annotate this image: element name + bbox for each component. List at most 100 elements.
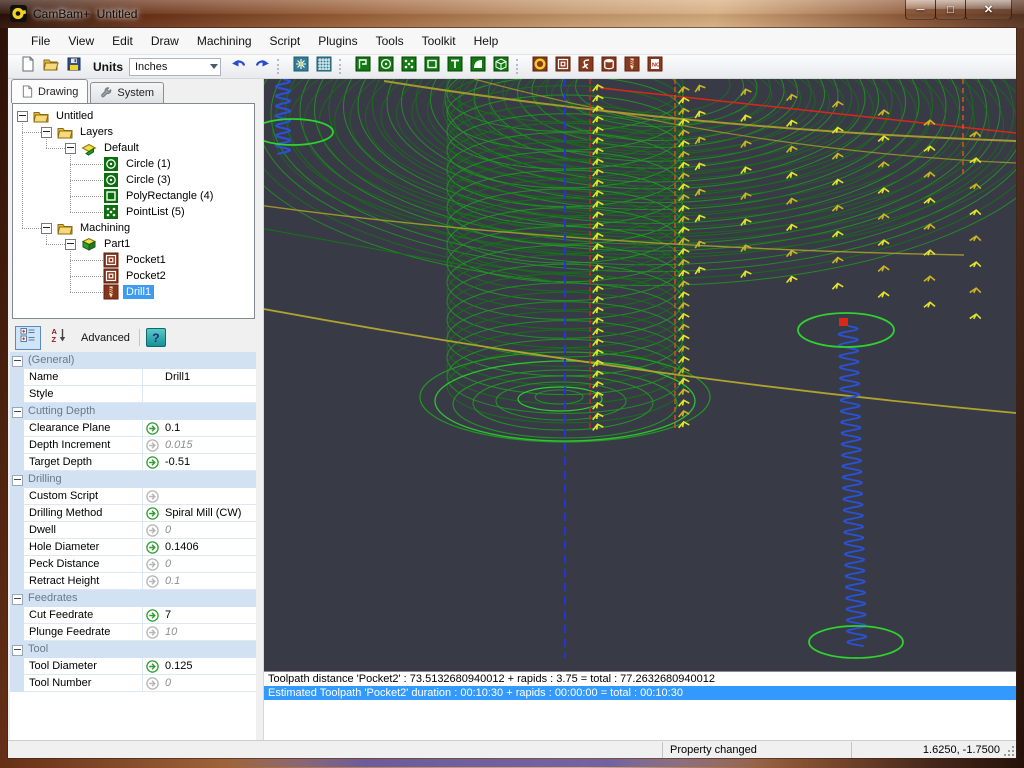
open-file-button[interactable] <box>39 57 62 77</box>
save-file-button[interactable] <box>62 57 85 77</box>
property-row-custom-script[interactable]: Custom Script <box>10 488 256 505</box>
property-row-tool-diameter[interactable]: Tool Diameter0.125 <box>10 658 256 675</box>
menu-draw[interactable]: Draw <box>142 28 188 54</box>
property-value[interactable]: 0 <box>165 524 171 536</box>
draw-polyline-button[interactable] <box>351 57 374 77</box>
menu-machining[interactable]: Machining <box>188 28 261 54</box>
tree-item-machining[interactable]: Machining <box>41 220 133 236</box>
tree-item-pointlist-5[interactable]: PointList (5) <box>103 204 188 220</box>
property-value[interactable]: 0 <box>165 558 171 570</box>
maximize-button[interactable]: □ <box>935 0 966 20</box>
property-category-cutting-depth[interactable]: Cutting Depth <box>10 403 256 420</box>
property-row-dwell[interactable]: Dwell0 <box>10 522 256 539</box>
draw-circle-button[interactable] <box>374 57 397 77</box>
units-dropdown[interactable]: Inches <box>129 58 221 76</box>
property-row-plunge-feedrate[interactable]: Plunge Feedrate10 <box>10 624 256 641</box>
toggle-grid-button[interactable] <box>312 57 335 77</box>
category-collapse-box[interactable] <box>12 356 23 367</box>
draw-pointlist-button[interactable] <box>397 57 420 77</box>
tree-expand-box[interactable] <box>65 239 76 250</box>
property-category-general[interactable]: (General) <box>10 352 256 369</box>
tab-drawing[interactable]: Drawing <box>11 79 88 103</box>
redo-button[interactable] <box>250 57 273 77</box>
property-row-tool-number[interactable]: Tool Number0 <box>10 675 256 692</box>
property-value[interactable]: 0 <box>165 677 171 689</box>
category-collapse-box[interactable] <box>12 645 23 656</box>
menu-file[interactable]: File <box>22 28 59 54</box>
toggle-endpoints-button[interactable] <box>289 57 312 77</box>
menu-plugins[interactable]: Plugins <box>309 28 366 54</box>
tree-expand-box[interactable] <box>41 127 52 138</box>
property-value[interactable]: 0.1406 <box>165 541 199 553</box>
resize-grip[interactable] <box>1003 745 1015 757</box>
tree-item-default[interactable]: Default <box>65 140 142 156</box>
advanced-button[interactable]: Advanced <box>81 332 130 344</box>
tree-item-layers[interactable]: Layers <box>41 124 116 140</box>
tree-item-drill1[interactable]: Drill1 <box>103 284 154 300</box>
tree-item-circle-3[interactable]: Circle (3) <box>103 172 174 188</box>
property-category-tool[interactable]: Tool <box>10 641 256 658</box>
property-row-peck-distance[interactable]: Peck Distance0 <box>10 556 256 573</box>
property-value[interactable]: 7 <box>165 609 171 621</box>
new-file-button[interactable] <box>16 57 39 77</box>
tree-item-pocket2[interactable]: Pocket2 <box>103 268 169 284</box>
tree-expand-box[interactable] <box>41 223 52 234</box>
menu-tools[interactable]: Tools <box>367 28 413 54</box>
machine-engrave-button[interactable] <box>574 57 597 77</box>
titlebar[interactable]: CamBam+ Untitled ─□✕ <box>0 0 1024 28</box>
alphabetical-sort-button[interactable]: AZ <box>46 326 72 350</box>
tree-item-pocket1[interactable]: Pocket1 <box>103 252 169 268</box>
property-row-retract-height[interactable]: Retract Height0.1 <box>10 573 256 590</box>
property-category-drilling[interactable]: Drilling <box>10 471 256 488</box>
machine-gcode-button[interactable]: NC <box>643 57 666 77</box>
property-row-drilling-method[interactable]: Drilling MethodSpiral Mill (CW) <box>10 505 256 522</box>
tree-expand-box[interactable] <box>17 111 28 122</box>
tree-item-part1[interactable]: Part1 <box>65 236 133 252</box>
menu-help[interactable]: Help <box>465 28 508 54</box>
category-collapse-box[interactable] <box>12 594 23 605</box>
property-value[interactable]: 0.125 <box>165 660 193 672</box>
machine-drill-button[interactable] <box>620 57 643 77</box>
property-value[interactable]: 0.015 <box>165 439 193 451</box>
menu-view[interactable]: View <box>59 28 103 54</box>
machine-pocket-button[interactable] <box>551 57 574 77</box>
draw-rectangle-button[interactable] <box>420 57 443 77</box>
viewport-canvas[interactable] <box>264 79 1016 671</box>
property-value[interactable]: 10 <box>165 626 177 638</box>
property-row-cut-feedrate[interactable]: Cut Feedrate7 <box>10 607 256 624</box>
property-row-hole-diameter[interactable]: Hole Diameter0.1406 <box>10 539 256 556</box>
property-row-clearance-plane[interactable]: Clearance Plane0.1 <box>10 420 256 437</box>
categorized-view-button[interactable] <box>15 326 41 350</box>
draw-text-button[interactable] <box>443 57 466 77</box>
property-row-style[interactable]: Style <box>10 386 256 403</box>
tree-item-polyrectangle-4[interactable]: PolyRectangle (4) <box>103 188 216 204</box>
draw-surface-button[interactable] <box>466 57 489 77</box>
category-collapse-box[interactable] <box>12 407 23 418</box>
property-value[interactable]: Drill1 <box>165 371 190 383</box>
machine-profile-button[interactable] <box>528 57 551 77</box>
menu-script[interactable]: Script <box>261 28 310 54</box>
tab-system[interactable]: System <box>90 82 164 103</box>
category-collapse-box[interactable] <box>12 475 23 486</box>
property-value[interactable]: -0.51 <box>165 456 190 468</box>
property-category-feedrates[interactable]: Feedrates <box>10 590 256 607</box>
close-button[interactable]: ✕ <box>965 0 1012 20</box>
property-value[interactable]: Spiral Mill (CW) <box>165 507 241 519</box>
tree-item-untitled[interactable]: Untitled <box>17 108 96 124</box>
message-item[interactable]: Estimated Toolpath 'Pocket2' duration : … <box>264 686 1016 700</box>
menu-edit[interactable]: Edit <box>103 28 142 54</box>
menu-toolkit[interactable]: Toolkit <box>413 28 465 54</box>
property-value[interactable]: 0.1 <box>165 575 180 587</box>
property-row-depth-increment[interactable]: Depth Increment0.015 <box>10 437 256 454</box>
property-row-target-depth[interactable]: Target Depth-0.51 <box>10 454 256 471</box>
undo-button[interactable] <box>227 57 250 77</box>
help-button[interactable]: ? <box>146 328 166 347</box>
tree-expand-box[interactable] <box>65 143 76 154</box>
minimize-button[interactable]: ─ <box>905 0 936 20</box>
tree-item-circle-1[interactable]: Circle (1) <box>103 156 174 172</box>
property-row-name[interactable]: NameDrill1 <box>10 369 256 386</box>
machine-lathe-button[interactable] <box>597 57 620 77</box>
message-item[interactable]: Toolpath distance 'Pocket2' : 73.5132680… <box>264 672 1016 686</box>
property-value[interactable]: 0.1 <box>165 422 180 434</box>
draw-3d-button[interactable] <box>489 57 512 77</box>
